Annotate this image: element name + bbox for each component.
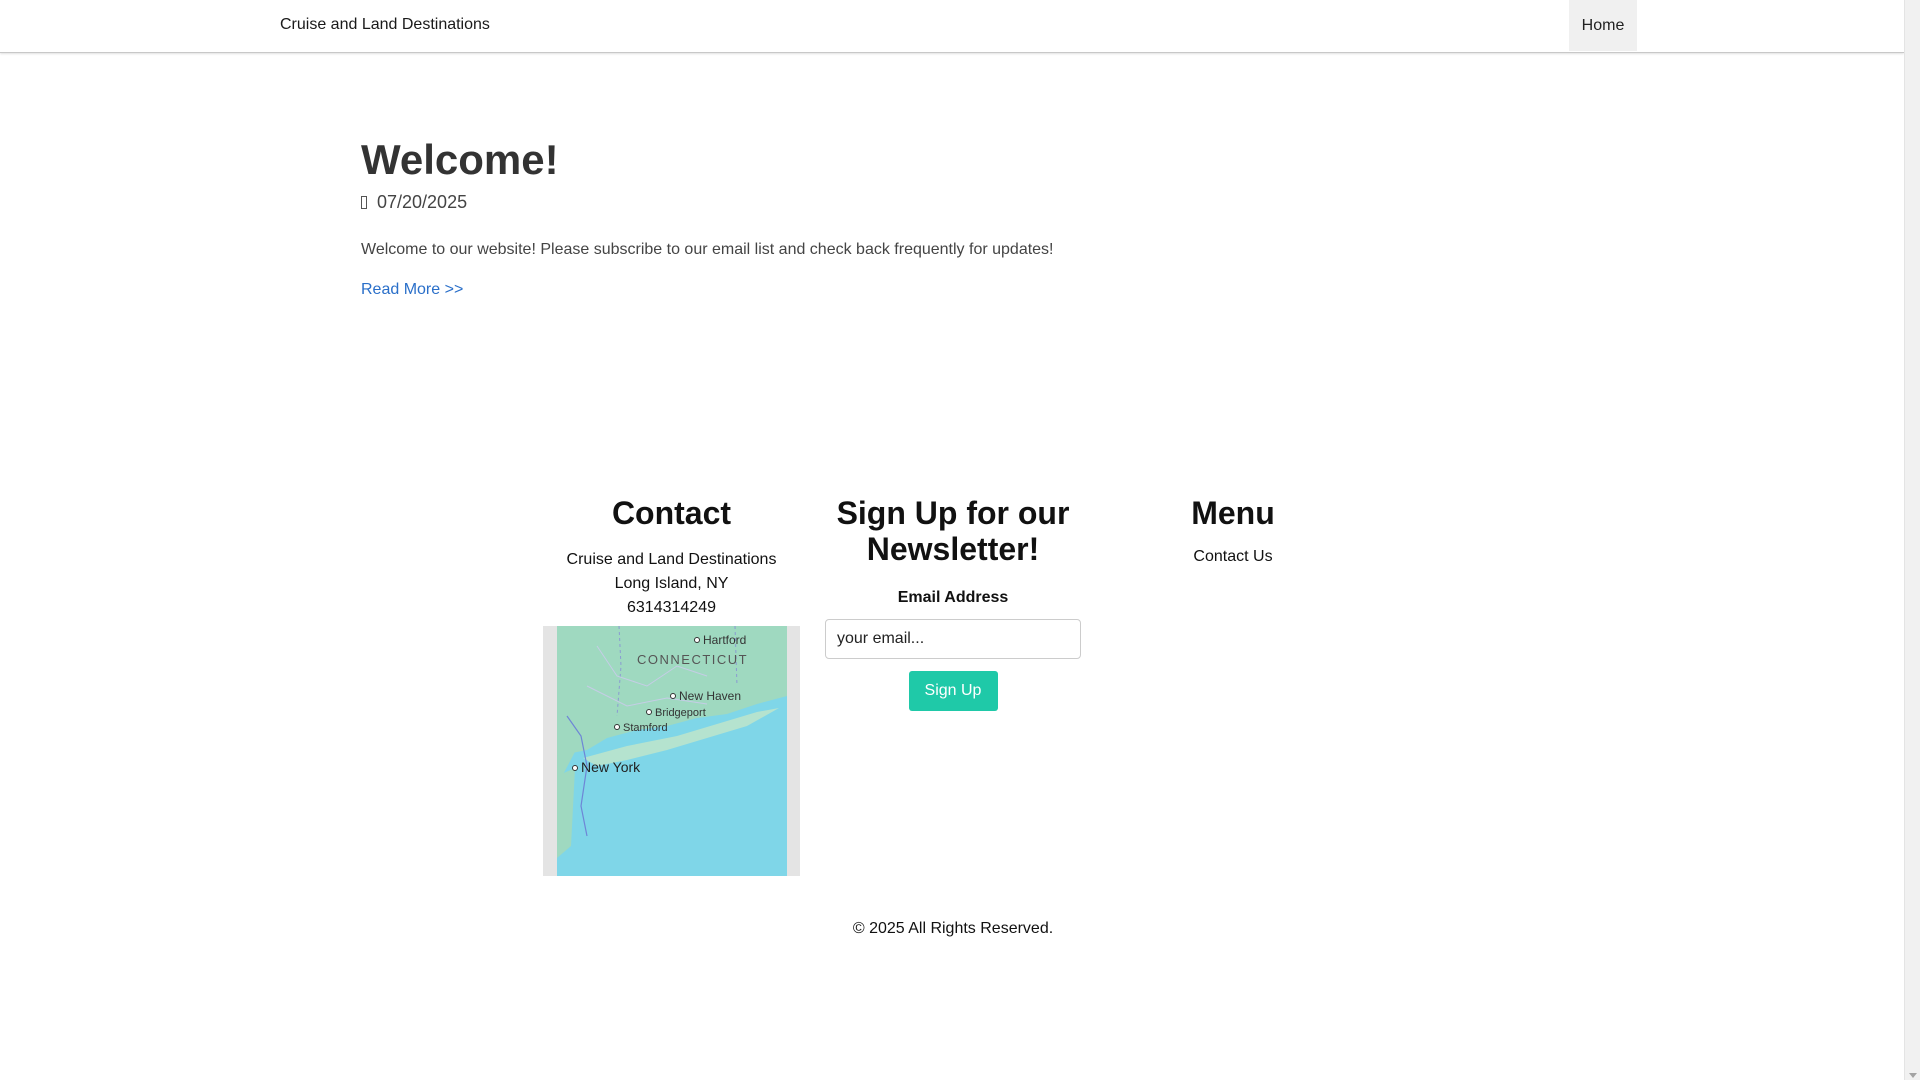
email-label: Email Address [897,589,1009,606]
post-title: Welcome! [361,136,559,183]
read-more-link[interactable]: Read More >> [361,281,463,299]
footer-menu: Menu Contact Us [1105,495,1361,566]
footer-contact: Contact Cruise and Land Destinations Lon… [543,495,800,876]
footer-newsletter: Sign Up for our Newsletter! Email Addres… [825,495,1081,711]
map-label-connecticut: CONNECTICUT [637,652,748,667]
newsletter-heading: Sign Up for our Newsletter! [836,495,1070,567]
blog-post: Welcome! 07/20/2025 Welcome to our websi… [361,130,1261,299]
location-map[interactable]: Hartford CONNECTICUT New Haven Bridgepor… [543,626,800,876]
top-navbar: Cruise and Land Destinations Home [0,0,1904,53]
contact-location: Long Island, NY [614,575,729,592]
scroll-down-arrow-icon[interactable] [1909,1073,1917,1078]
brand-link[interactable]: Cruise and Land Destinations [280,16,490,34]
menu-heading: Menu [1191,495,1275,531]
contact-details: Cruise and Land Destinations Long Island… [543,548,800,620]
vertical-scrollbar[interactable] [1904,0,1920,1080]
map-label-hartford: Hartford [703,633,746,647]
map-label-new-haven: New Haven [679,689,741,703]
copyright-notice: © 2025 All Rights Reserved. [852,920,1054,937]
map-graphic: Hartford CONNECTICUT New Haven Bridgepor… [557,626,787,876]
email-input[interactable] [825,619,1081,659]
post-date: 07/20/2025 [377,192,468,212]
map-label-bridgeport: Bridgeport [655,707,706,719]
menu-link-contact-us[interactable]: Contact Us [1105,548,1361,566]
post-date-row: 07/20/2025 [361,192,1261,213]
contact-phone: 6314314249 [627,599,716,616]
calendar-icon [361,196,367,209]
contact-name: Cruise and Land Destinations [566,551,777,568]
sign-up-button[interactable]: Sign Up [908,671,998,711]
map-label-stamford: Stamford [623,722,668,734]
post-excerpt: Welcome to our website! Please subscribe… [361,241,1054,258]
nav-item-home[interactable]: Home [1569,0,1637,51]
contact-heading: Contact [611,495,732,531]
map-label-new-york: New York [581,759,641,775]
